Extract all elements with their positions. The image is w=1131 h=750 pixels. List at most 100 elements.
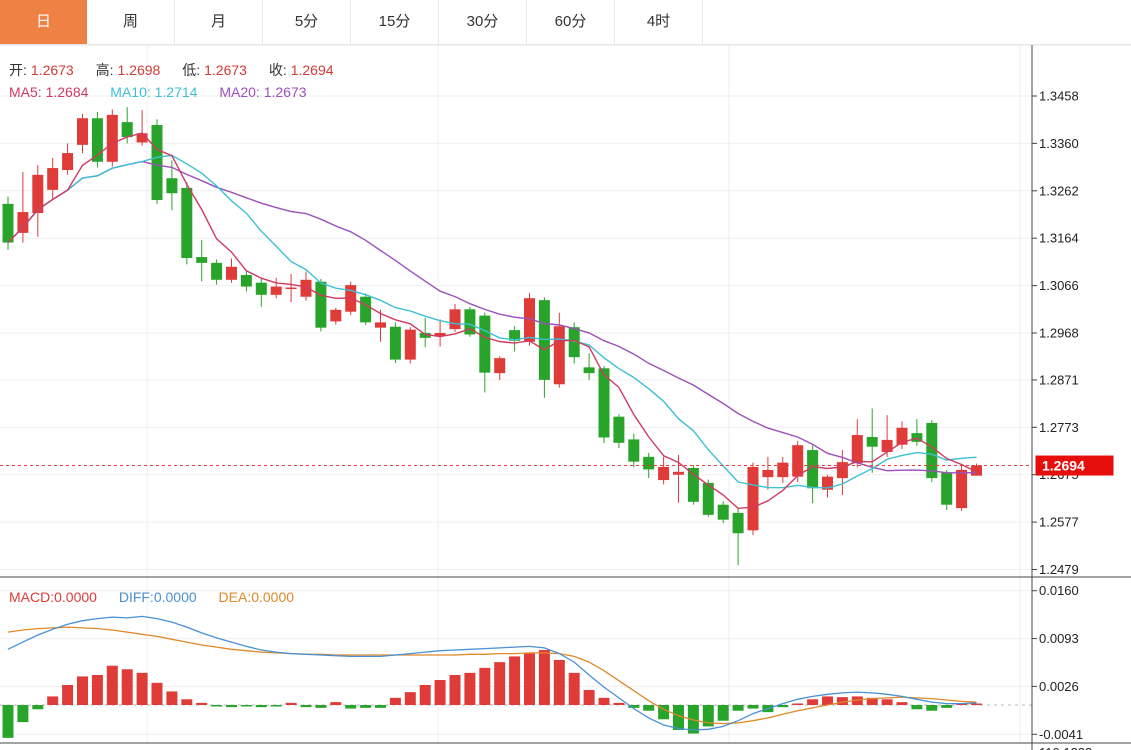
macd-tick-label: 0.0160 [1039,583,1079,598]
macd-bar [748,705,759,709]
macd-bar [599,698,610,705]
macd-bar [226,705,237,707]
macd-bar [137,673,148,705]
candle-body [315,282,326,328]
candle-body [181,188,192,258]
macd-bar [584,690,595,705]
price-tick-label: 1.3066 [1039,278,1079,293]
close-value: 1.2694 [291,62,334,78]
macd-bar [420,685,431,705]
macd-bar [375,705,386,708]
low-label: 低: [182,62,200,78]
tab-4时[interactable]: 4时 [615,0,703,44]
macd-bar [911,705,922,709]
macd-legend: MACD:0.0000 DIFF:0.0000 DEA:0.0000 [9,589,298,605]
macd-tick-label: -0.0041 [1039,727,1083,742]
next-panel-axis-label: 110.1233 [1039,745,1092,750]
candle-body [77,118,88,145]
panel-separators [0,45,1131,750]
candle-body [330,310,341,322]
price-tick-label: 1.3360 [1039,136,1079,151]
candle-body [122,122,133,137]
diff-value: DIFF:0.0000 [119,589,197,605]
macd-bar [152,683,163,705]
macd-bar [211,705,222,707]
tab-周[interactable]: 周 [87,0,175,44]
ma10-line [8,155,977,488]
candle-body [777,463,788,478]
macd-bar [643,705,654,711]
macd-bar [882,699,893,705]
macd-bar [792,704,803,706]
close-label: 收: [269,62,287,78]
macd-bar [897,702,908,705]
candle-body [673,472,684,475]
current-price-value: 1.2694 [1042,458,1085,474]
macd-bar [539,650,550,705]
macd-bar [122,669,133,705]
macd-value: MACD:0.0000 [9,589,97,605]
macd-bar [77,676,88,705]
clipped-next-panel-label: 110.1233 [1039,745,1092,750]
current-price-tag: 1.2694 [1036,456,1114,476]
candle-body [152,125,163,200]
candle-body [450,309,461,329]
candle-body [301,280,312,297]
candle-body [271,287,282,295]
macd-bar [17,705,28,722]
candle-body [47,168,58,190]
tab-5分[interactable]: 5分 [263,0,351,44]
macd-bar [941,705,952,708]
tab-15分[interactable]: 15分 [351,0,439,44]
macd-bar [464,673,475,705]
price-tick-label: 1.2968 [1039,325,1079,340]
tab-日[interactable]: 日 [0,0,87,44]
macd-bar [718,705,729,721]
candlestick-chart[interactable]: 1.34581.33601.32621.31641.30661.29681.28… [0,0,1131,750]
open-value: 1.2673 [31,62,74,78]
candle-body [107,115,118,162]
macd-bar [301,705,312,707]
macd-bar [196,703,207,705]
macd-bar [405,692,416,705]
candles-group [3,107,983,565]
macd-bar [360,705,371,708]
open-label: 开: [9,62,27,78]
candle-body [211,263,222,280]
macd-bar [673,705,684,730]
macd-tick-label: 0.0093 [1039,631,1079,646]
candle-body [286,288,297,290]
macd-bar [271,705,282,707]
macd-axis-labels: 0.01600.00930.0026-0.0041 [1032,583,1083,742]
ma10-value: MA10: 1.2714 [110,84,197,100]
candle-body [405,330,416,360]
tab-30分[interactable]: 30分 [439,0,527,44]
macd-bar [107,666,118,705]
candle-body [494,358,505,373]
candle-body [196,257,207,263]
candle-body [762,470,773,477]
tab-月[interactable]: 月 [175,0,263,44]
candle-body [941,473,952,505]
macd-bar [345,705,356,709]
candle-body [867,437,878,447]
candle-body [241,275,252,287]
price-tick-label: 1.3458 [1039,89,1079,104]
price-tick-label: 1.3262 [1039,183,1079,198]
candle-body [256,283,267,295]
macd-bar [166,691,177,705]
diff-line [8,616,977,730]
candle-body [837,462,848,478]
candle-body [479,316,490,373]
candle-body [584,367,595,373]
macd-bar [435,680,446,705]
ma20-value: MA20: 1.2673 [219,84,306,100]
timeframe-tabbar: 日周月5分15分30分60分4时 [0,0,1131,45]
macd-bar [32,705,43,709]
tab-60分[interactable]: 60分 [527,0,615,44]
trading-chart-page: { "tabs": [ {"label": "日", "active": tru… [0,0,1131,750]
macd-bar [926,705,937,711]
macd-bar [315,705,326,708]
ma-legend: MA5: 1.2684 MA10: 1.2714 MA20: 1.2673 [9,84,311,100]
macd-bar [479,668,490,705]
